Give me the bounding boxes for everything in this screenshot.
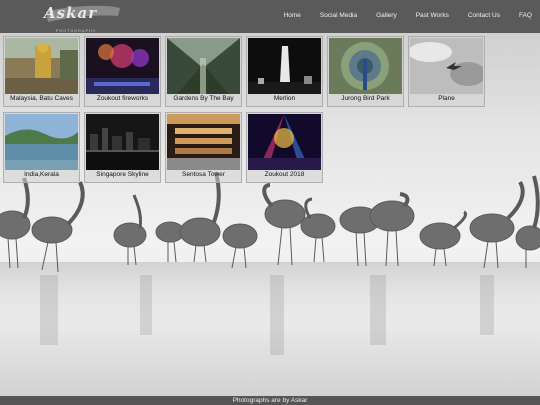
- thumbnail-plane[interactable]: [410, 38, 483, 94]
- thumbnail-india-kerala[interactable]: [5, 114, 78, 170]
- thumbnail-batu-caves[interactable]: [5, 38, 78, 94]
- caption: Singapore Skyline: [96, 171, 149, 178]
- thumbnail-sentosa-tower[interactable]: [167, 114, 240, 170]
- caption: Zoukout fireworks: [96, 95, 149, 102]
- thumbnail-singapore-skyline[interactable]: [86, 114, 159, 170]
- footer-credit: Photographs are by Askar: [232, 397, 308, 404]
- nav-gallery[interactable]: Gallery: [376, 12, 397, 19]
- caption: Jurong Bird Park: [341, 95, 390, 102]
- gallery-item-zoukout-fireworks[interactable]: Zoukout fireworks: [84, 36, 161, 107]
- thumbnail-zoukout-fireworks[interactable]: [86, 38, 159, 94]
- caption: Merlion: [273, 95, 296, 102]
- caption: Zoukout 2018: [264, 171, 305, 178]
- main-nav: Home Social Media Gallery Past Works Con…: [265, 12, 532, 19]
- thumbnail-jurong-bird-park[interactable]: [329, 38, 402, 94]
- caption: India,Kerala: [24, 171, 59, 178]
- nav-faq[interactable]: FAQ: [519, 12, 532, 19]
- gallery-item-singapore-skyline[interactable]: Singapore Skyline: [84, 112, 161, 183]
- thumbnail-gardens-by-the-bay[interactable]: [167, 38, 240, 94]
- thumbnail-zoukout-2018[interactable]: [248, 114, 321, 170]
- gallery-item-india-kerala[interactable]: India,Kerala: [3, 112, 80, 183]
- logo-subtitle: PHOTOGRAPHY: [56, 29, 97, 33]
- nav-contact-us[interactable]: Contact Us: [468, 12, 500, 19]
- caption: Plane: [438, 95, 455, 102]
- thumbnail-merlion[interactable]: [248, 38, 321, 94]
- caption: Sentosa Tower: [182, 171, 225, 178]
- logo-text: Askar: [44, 4, 98, 22]
- nav-home[interactable]: Home: [284, 12, 301, 19]
- nav-social-media[interactable]: Social Media: [320, 12, 357, 19]
- caption: Malaysia, Batu Caves: [10, 95, 73, 102]
- gallery-item-jurong-bird-park[interactable]: Jurong Bird Park: [327, 36, 404, 107]
- nav-past-works[interactable]: Past Works: [416, 12, 449, 19]
- caption: Gardens By The Bay: [173, 95, 234, 102]
- site-footer: Photographs are by Askar: [0, 396, 540, 405]
- gallery-item-merlion[interactable]: Merlion: [246, 36, 323, 107]
- site-header: Askar PHOTOGRAPHY Home Social Media Gall…: [0, 0, 540, 33]
- gallery-item-gardens-by-the-bay[interactable]: Gardens By The Bay: [165, 36, 242, 107]
- gallery-item-batu-caves[interactable]: Malaysia, Batu Caves: [3, 36, 80, 107]
- gallery-item-zoukout-2018[interactable]: Zoukout 2018: [246, 112, 323, 183]
- logo[interactable]: Askar PHOTOGRAPHY: [44, 4, 122, 33]
- gallery-item-sentosa-tower[interactable]: Sentosa Tower: [165, 112, 242, 183]
- gallery-item-plane[interactable]: Plane: [408, 36, 485, 107]
